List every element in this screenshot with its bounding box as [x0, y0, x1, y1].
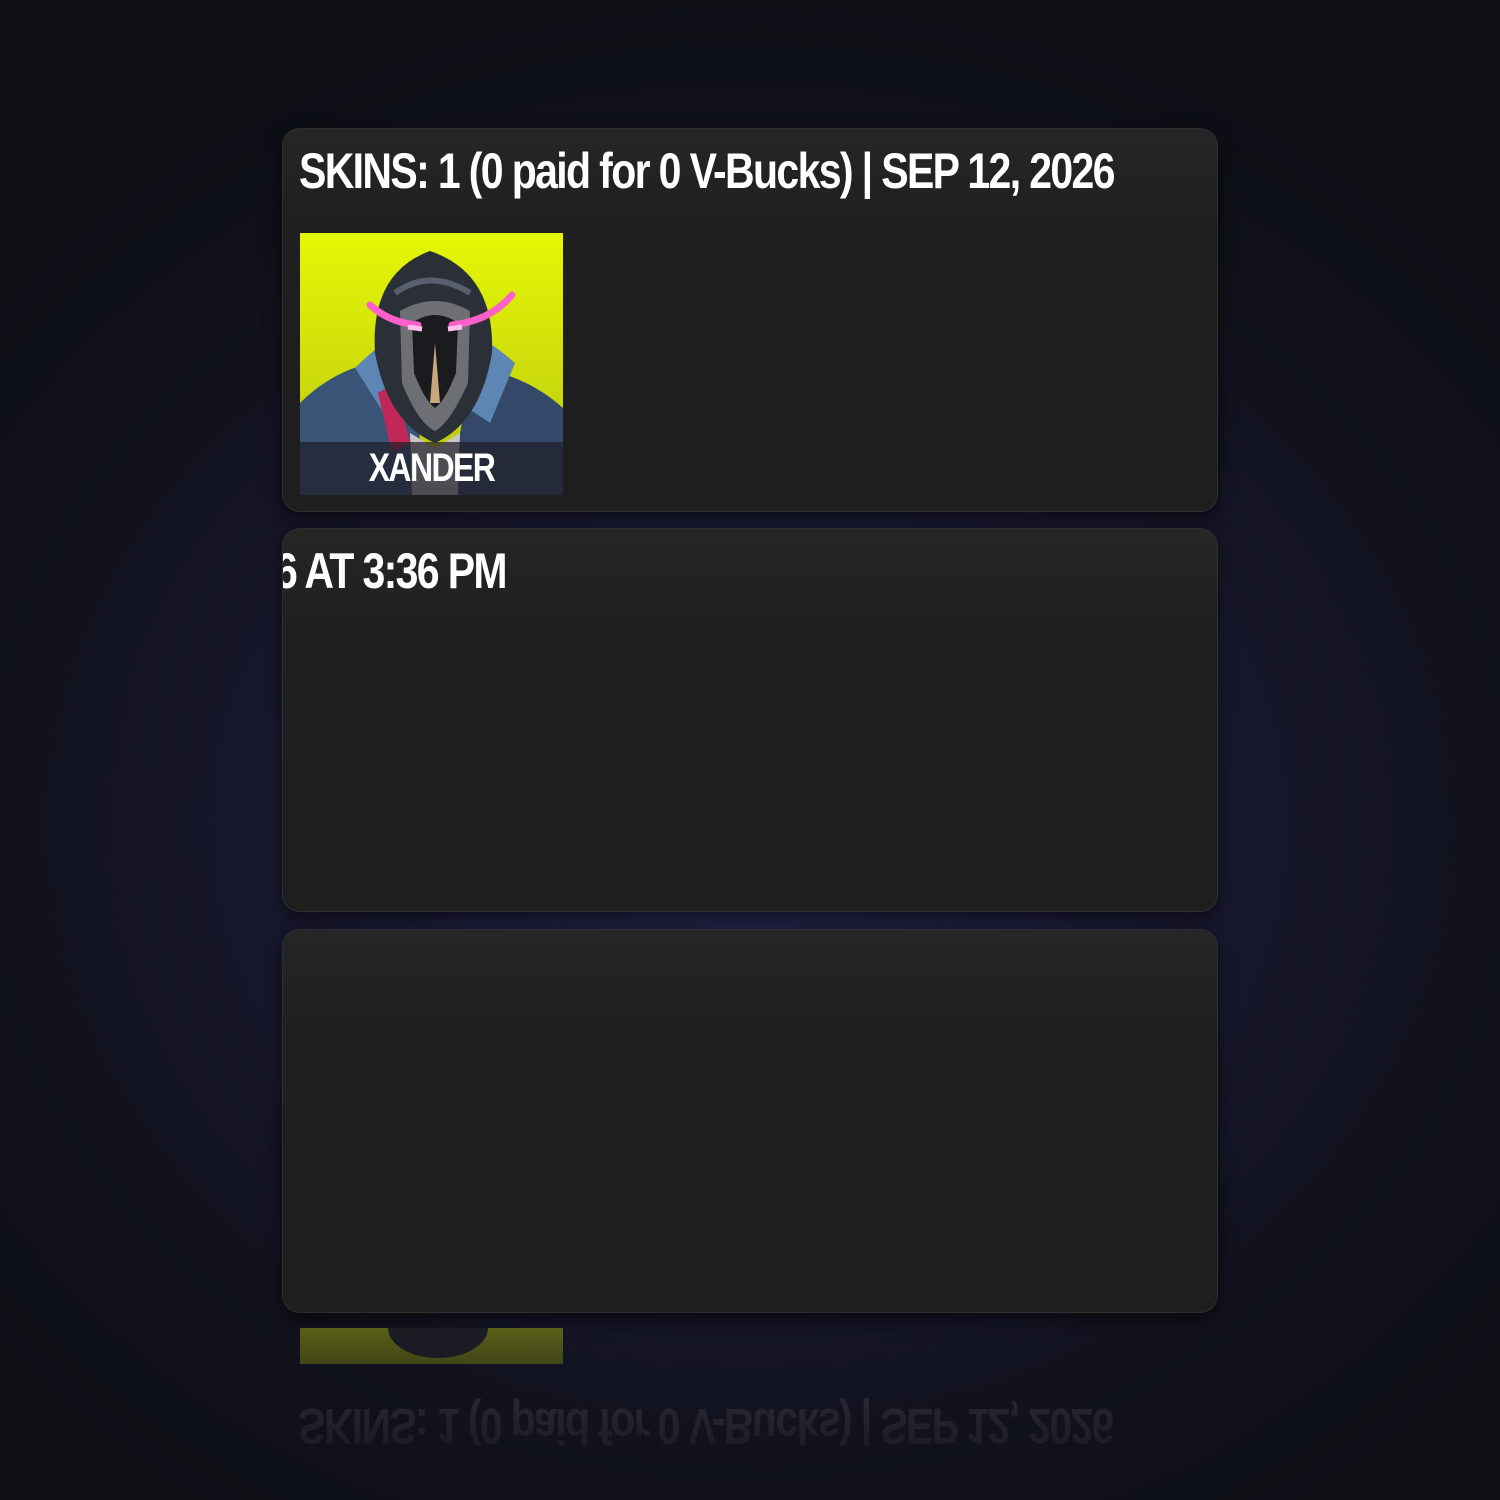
skin-tile-xander[interactable]: XANDER [300, 233, 563, 495]
panel-title-continued: 6 AT 3:36 PM [282, 543, 508, 599]
empty-panel [282, 929, 1218, 1313]
skins-panel-continued: 6 AT 3:36 PM [282, 528, 1218, 912]
skins-panel: SKINS: 1 (0 paid for 0 V-Bucks) | SEP 12… [282, 128, 1218, 512]
skin-name-bar: XANDER [300, 442, 563, 495]
reflection-tile [300, 1328, 563, 1364]
panel-reflection: SKINS: 1 (0 paid for 0 V-Bucks) | SEP 12… [282, 1328, 1216, 1500]
panel-title: SKINS: 1 (0 paid for 0 V-Bucks) | SEP 12… [299, 143, 1115, 199]
skin-name: XANDER [368, 446, 496, 490]
reflection-title: SKINS: 1 (0 paid for 0 V-Bucks) | SEP 12… [298, 1398, 1113, 1454]
